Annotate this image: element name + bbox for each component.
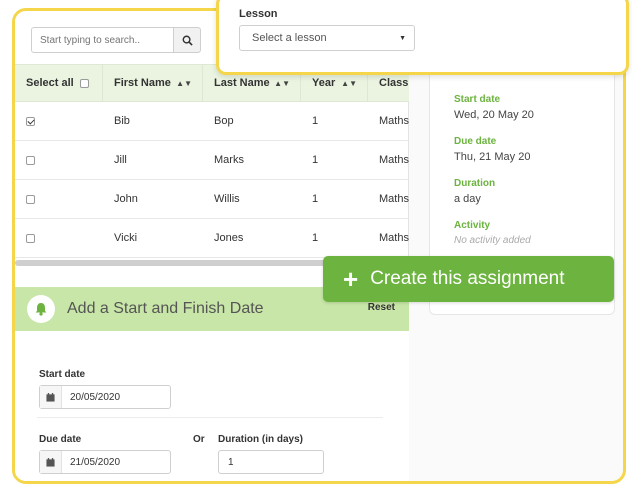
last-name-cell: Bop <box>214 115 234 127</box>
search-button[interactable] <box>173 27 201 53</box>
plus-icon: + <box>343 264 359 294</box>
summary-duration-value: a day <box>454 193 481 205</box>
year-cell: 1 <box>312 232 319 244</box>
lesson-popover: Lesson Select a lesson ▼ <box>216 0 629 75</box>
first-name-cell: Jill <box>114 154 127 166</box>
reset-link[interactable]: Reset <box>368 302 395 313</box>
header-first-name[interactable]: First Name ▲▼ <box>103 65 203 101</box>
row-checkbox[interactable] <box>26 194 35 204</box>
sort-icon: ▲▼ <box>274 78 290 88</box>
duration-value: 1 <box>228 456 234 468</box>
class-label: Class <box>379 77 409 89</box>
select-all-label: Select all <box>26 77 74 89</box>
summary-duration-label: Duration <box>454 178 496 189</box>
search-icon <box>182 35 193 46</box>
last-name-cell: Willis <box>214 193 240 205</box>
calendar-icon <box>40 386 62 408</box>
table-row[interactable]: Bib Bop 1 Maths <box>15 102 409 141</box>
student-panel: Select all First Name ▲▼ Last Name ▲▼ Ye… <box>15 11 409 481</box>
duration-label: Duration (in days) <box>218 434 304 445</box>
lesson-select[interactable]: Select a lesson ▼ <box>239 25 415 51</box>
create-assignment-label: Create this assignment <box>370 268 565 289</box>
summary-due-label: Due date <box>454 136 497 147</box>
lesson-label: Lesson <box>239 8 278 20</box>
first-name-label: First Name <box>114 77 171 89</box>
sort-icon: ▲▼ <box>176 78 192 88</box>
first-name-cell: Bib <box>114 115 130 127</box>
class-cell: Maths <box>379 115 409 127</box>
date-panel-title: Add a Start and Finish Date <box>67 300 264 317</box>
row-select-cell <box>15 141 103 179</box>
due-date-label: Due date <box>39 434 82 445</box>
due-date-field[interactable]: 21/05/2020 <box>39 450 171 474</box>
row-checkbox[interactable] <box>26 233 35 243</box>
table-row[interactable]: John Willis 1 Maths <box>15 180 409 219</box>
last-name-label: Last Name <box>214 77 270 89</box>
class-cell: Maths <box>379 232 409 244</box>
row-select-cell <box>15 180 103 218</box>
first-name-cell: John <box>114 193 138 205</box>
table-row[interactable]: Vicki Jones 1 Maths <box>15 219 409 258</box>
row-select-cell <box>15 219 103 257</box>
select-all-checkbox[interactable] <box>79 78 89 88</box>
header-select-all[interactable]: Select all <box>15 65 103 101</box>
date-panel: Add a Start and Finish Date Reset Start … <box>15 287 409 481</box>
search-input[interactable] <box>31 27 173 53</box>
summary-duration: Duration a day <box>454 178 495 205</box>
search-bar <box>31 27 201 53</box>
start-date-label: Start date <box>39 369 86 380</box>
assignment-frame: Select all First Name ▲▼ Last Name ▲▼ Ye… <box>12 8 626 484</box>
year-cell: 1 <box>312 154 319 166</box>
first-name-cell: Vicki <box>114 232 138 244</box>
row-checkbox[interactable] <box>26 116 35 126</box>
summary-due: Due date Thu, 21 May 20 <box>454 136 530 163</box>
summary-start-label: Start date <box>454 94 501 105</box>
lesson-select-value: Select a lesson <box>252 32 327 44</box>
summary-due-value: Thu, 21 May 20 <box>454 151 531 163</box>
students-table: Select all First Name ▲▼ Last Name ▲▼ Ye… <box>15 64 409 266</box>
start-date-field[interactable]: 20/05/2020 <box>39 385 171 409</box>
class-cell: Maths <box>379 193 409 205</box>
summary-activity-label: Activity <box>454 220 491 231</box>
last-name-cell: Jones <box>214 232 244 244</box>
sort-icon: ▲▼ <box>341 78 357 88</box>
or-label: Or <box>193 434 205 445</box>
calendar-icon <box>40 451 62 473</box>
duration-input[interactable]: 1 <box>218 450 324 474</box>
bell-icon <box>27 295 55 323</box>
summary-activity: Activity No activity added <box>454 220 531 246</box>
caret-down-icon: ▼ <box>399 34 406 42</box>
divider <box>37 417 383 418</box>
row-select-cell <box>15 102 103 140</box>
year-label: Year <box>312 77 336 89</box>
year-cell: 1 <box>312 193 319 205</box>
class-cell: Maths <box>379 154 409 166</box>
summary-start: Start date Wed, 20 May 20 <box>454 94 534 121</box>
summary-activity-value: No activity added <box>454 235 531 246</box>
start-date-value: 20/05/2020 <box>70 391 121 403</box>
due-date-value: 21/05/2020 <box>70 456 121 468</box>
summary-start-value: Wed, 20 May 20 <box>454 109 534 121</box>
table-row[interactable]: Jill Marks 1 Maths <box>15 141 409 180</box>
row-checkbox[interactable] <box>26 155 35 165</box>
last-name-cell: Marks <box>214 154 244 166</box>
year-cell: 1 <box>312 115 319 127</box>
create-assignment-button[interactable]: + Create this assignment <box>323 256 614 302</box>
